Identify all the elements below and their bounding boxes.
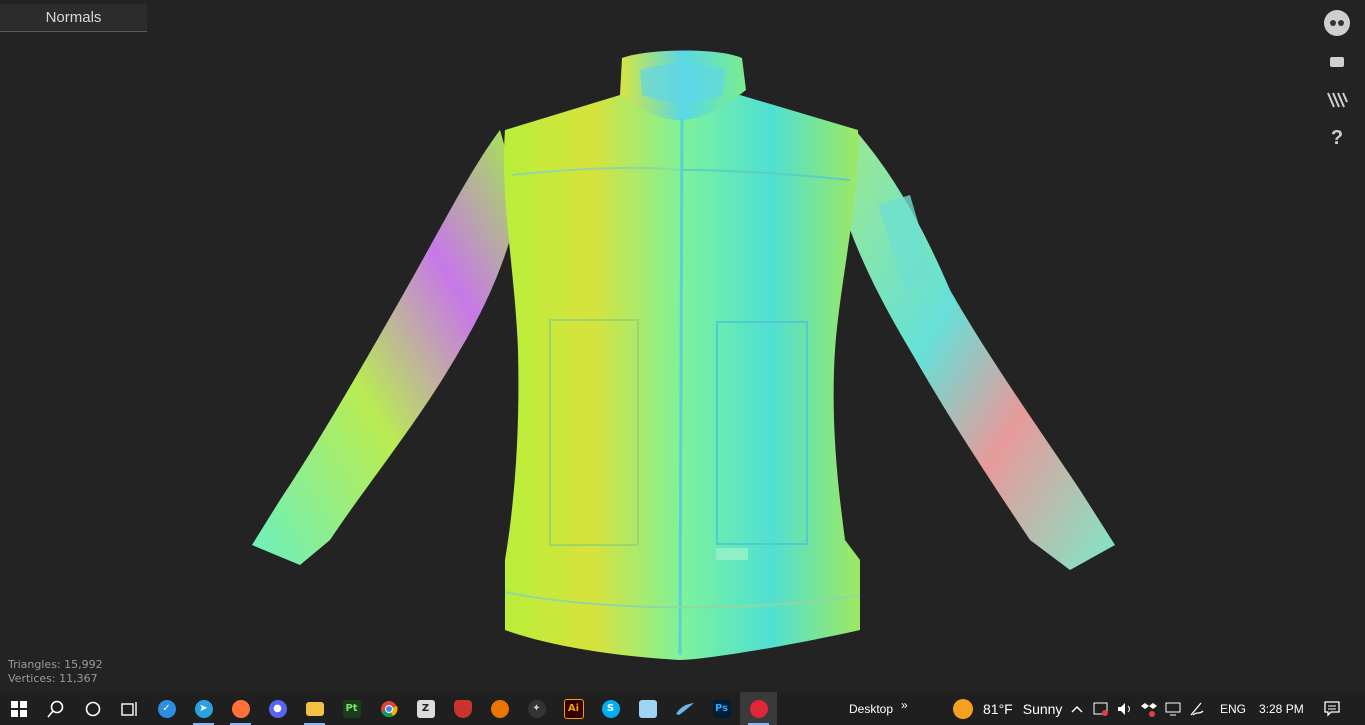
check-app-icon[interactable]: ✓ (148, 692, 185, 725)
notepad-icon[interactable] (629, 692, 666, 725)
pen-icon[interactable] (1188, 700, 1206, 718)
desktop-label: Desktop (849, 701, 894, 716)
taskbar: ✓ ➤ ● Pt Z ✦ Ai S Ps Desktop » 81°F Sunn… (0, 692, 1365, 725)
sketchfab-icon[interactable] (740, 692, 777, 725)
discord-icon[interactable]: ● (259, 692, 296, 725)
ai-icon[interactable]: Ai (555, 692, 592, 725)
dropbox-icon[interactable] (1140, 700, 1158, 718)
chevron-right-icon: » (901, 697, 908, 712)
shield-app-icon[interactable] (444, 692, 481, 725)
telegram-icon[interactable]: ➤ (185, 692, 222, 725)
pt-icon[interactable]: Pt (333, 692, 370, 725)
blender-icon[interactable] (481, 692, 518, 725)
view-mode-label[interactable]: Normals (0, 4, 147, 32)
system-tray (1068, 692, 1206, 725)
search-icon[interactable] (37, 692, 74, 725)
zbrush-icon[interactable]: Z (407, 692, 444, 725)
task-view-icon[interactable] (111, 692, 148, 725)
weather-condition: Sunny (1022, 700, 1063, 717)
language-indicator[interactable]: ENG (1220, 692, 1246, 725)
mesh-stats: Triangles: 15,992 Vertices: 11,367 (8, 658, 103, 686)
wing-app-icon[interactable] (666, 692, 703, 725)
sun-icon (953, 698, 973, 719)
weather-widget[interactable]: 81°F Sunny (953, 692, 1062, 725)
help-icon[interactable]: ? (1321, 124, 1353, 152)
folder-icon[interactable] (296, 692, 333, 725)
security-icon[interactable] (1092, 700, 1110, 718)
message-icon[interactable] (1321, 48, 1353, 76)
weather-temp: 81°F (983, 700, 1013, 717)
triangles-count: Triangles: 15,992 (8, 658, 103, 671)
desktop-toolbar[interactable]: Desktop » (849, 692, 908, 725)
skype-icon[interactable]: S (592, 692, 629, 725)
windows-icon[interactable] (0, 692, 37, 725)
marmoset-icon[interactable]: ✦ (518, 692, 555, 725)
ps-icon[interactable]: Ps (703, 692, 740, 725)
jacket-model[interactable] (0, 0, 1365, 692)
firefox-icon[interactable] (222, 692, 259, 725)
3d-viewport[interactable]: Normals ? Triangles: 15,992 Vertices: 11… (0, 0, 1365, 692)
network-icon[interactable] (1164, 700, 1182, 718)
user-icon[interactable] (1321, 10, 1353, 38)
notification-icon[interactable] (1322, 692, 1342, 725)
layers-icon[interactable] (1321, 86, 1353, 114)
volume-icon[interactable] (1116, 700, 1134, 718)
clock[interactable]: 3:28 PM (1259, 692, 1304, 725)
chevron-up-icon[interactable] (1068, 700, 1086, 718)
vertices-count: Vertices: 11,367 (8, 672, 98, 685)
viewer-tools: ? (1321, 10, 1353, 152)
chrome-icon[interactable] (370, 692, 407, 725)
circle-icon[interactable] (74, 692, 111, 725)
